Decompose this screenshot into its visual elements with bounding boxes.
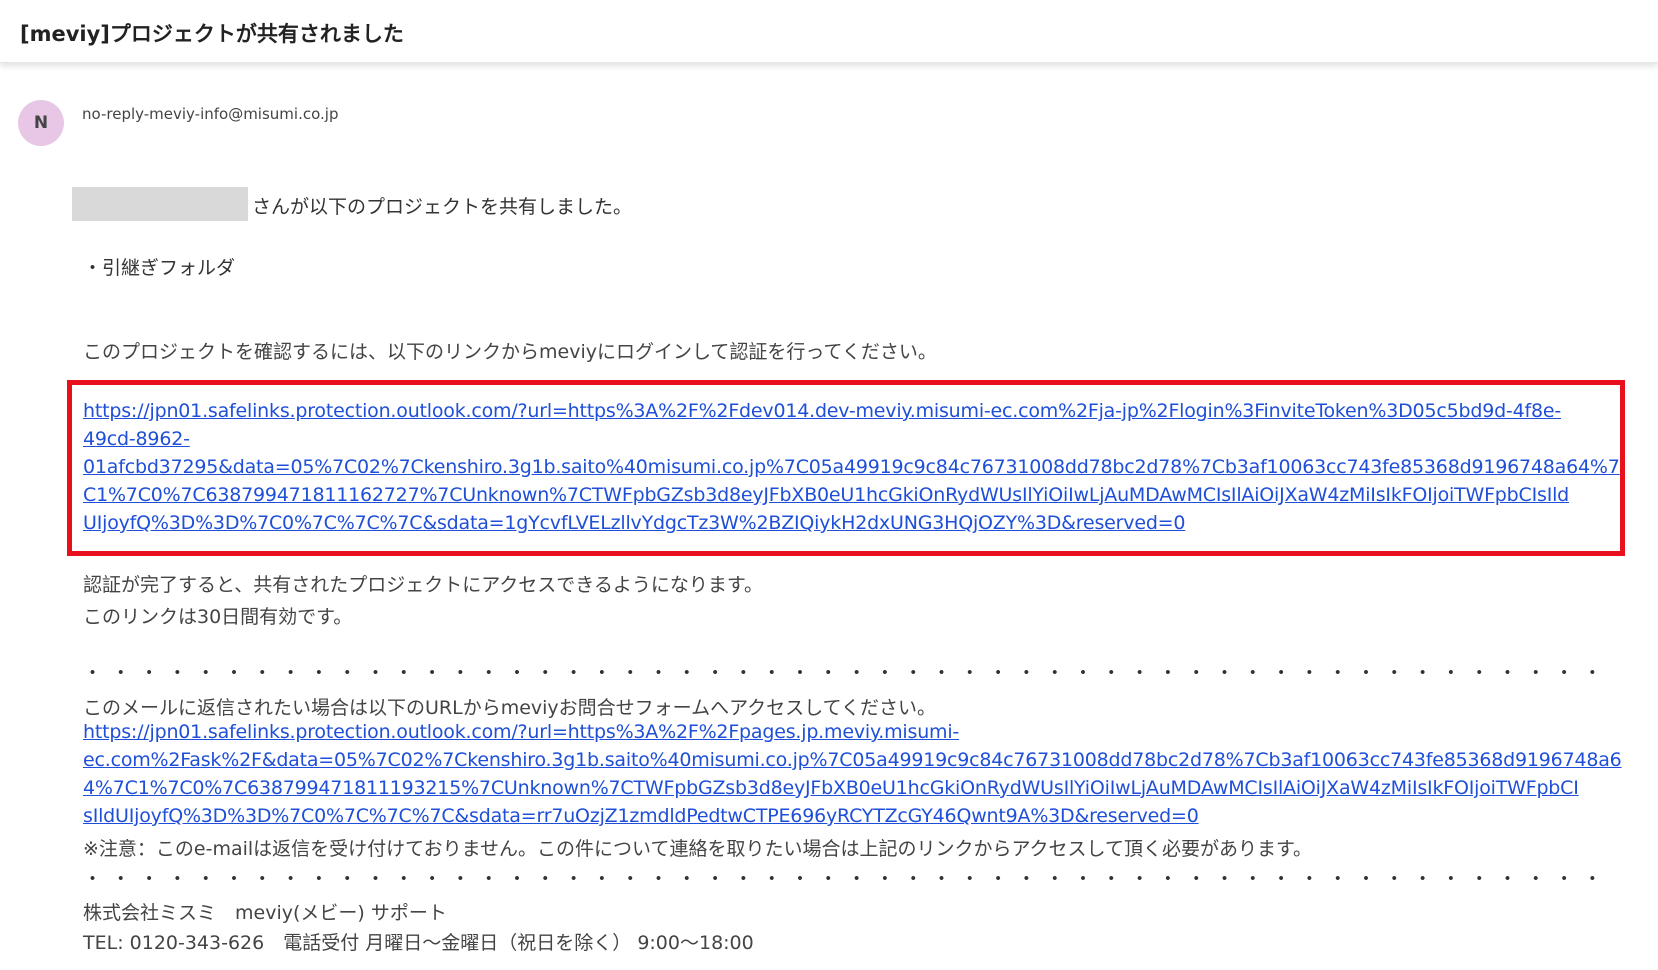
validity-text: このリンクは30日間有効です。 xyxy=(83,606,353,628)
sender-address[interactable]: no-reply-meviy-info@misumi.co.jp xyxy=(82,105,338,123)
reply-note: このメールに返信されたい場合は以下のURLからmeviyお問合せフォームへアクセ… xyxy=(83,697,937,719)
after-auth-text: 認証が完了すると、共有されたプロジェクトにアクセスできるようになります。 xyxy=(83,574,764,596)
contact-link-line[interactable]: https://jpn01.safelinks.protection.outlo… xyxy=(83,721,959,743)
notice-text: ※注意：このe-mailは返信を受け付けておりません。この件について連絡を取りた… xyxy=(83,838,1313,860)
sender-avatar[interactable]: N xyxy=(18,100,64,146)
login-link-line[interactable]: 49cd-8962- xyxy=(83,428,190,450)
separator-bottom: ・・・・・・・・・・・・・・・・・・・・・・・・・・・・・・・・・・・・・・・・… xyxy=(83,868,1613,890)
login-link-line[interactable]: C1%7C0%7C638799471811162727%7CUnknown%7C… xyxy=(83,484,1569,506)
subject-bar: [meviy]プロジェクトが共有されました xyxy=(0,0,1658,63)
contact-link-line[interactable]: sIldUIjoyfQ%3D%3D%7C0%7C%7C%7C&sdata=rr7… xyxy=(83,805,1199,827)
login-link-line[interactable]: https://jpn01.safelinks.protection.outlo… xyxy=(83,400,1561,422)
login-link-line[interactable]: 01afcbd37295&data=05%7C02%7Ckenshiro.3g1… xyxy=(83,456,1620,478)
contact-link-line[interactable]: ec.com%2Fask%2F&data=05%7C02%7Ckenshiro.… xyxy=(83,749,1622,771)
email-subject: [meviy]プロジェクトが共有されました xyxy=(20,22,404,46)
company-signature: 株式会社ミスミ meviy(メビー) サポート xyxy=(83,902,447,924)
contact-link-line[interactable]: 4%7C1%7C0%7C638799471811193215%7CUnknown… xyxy=(83,777,1579,799)
separator-top: ・・・・・・・・・・・・・・・・・・・・・・・・・・・・・・・・・・・・・・・・… xyxy=(83,662,1613,684)
tel-info: TEL: 0120-343-626 電話受付 月曜日～金曜日（祝日を除く） 9:… xyxy=(83,932,754,954)
instruction-text: このプロジェクトを確認するには、以下のリンクからmeviyにログインして認証を行… xyxy=(83,341,937,363)
project-item: ・引継ぎフォルダ xyxy=(83,257,236,279)
login-link-line[interactable]: UIjoyfQ%3D%3D%7C0%7C%7C%7C&sdata=1gYcvfL… xyxy=(83,512,1185,534)
shared-by-text: さんが以下のプロジェクトを共有しました。 xyxy=(252,196,633,218)
redacted-sharer-name xyxy=(72,187,248,221)
